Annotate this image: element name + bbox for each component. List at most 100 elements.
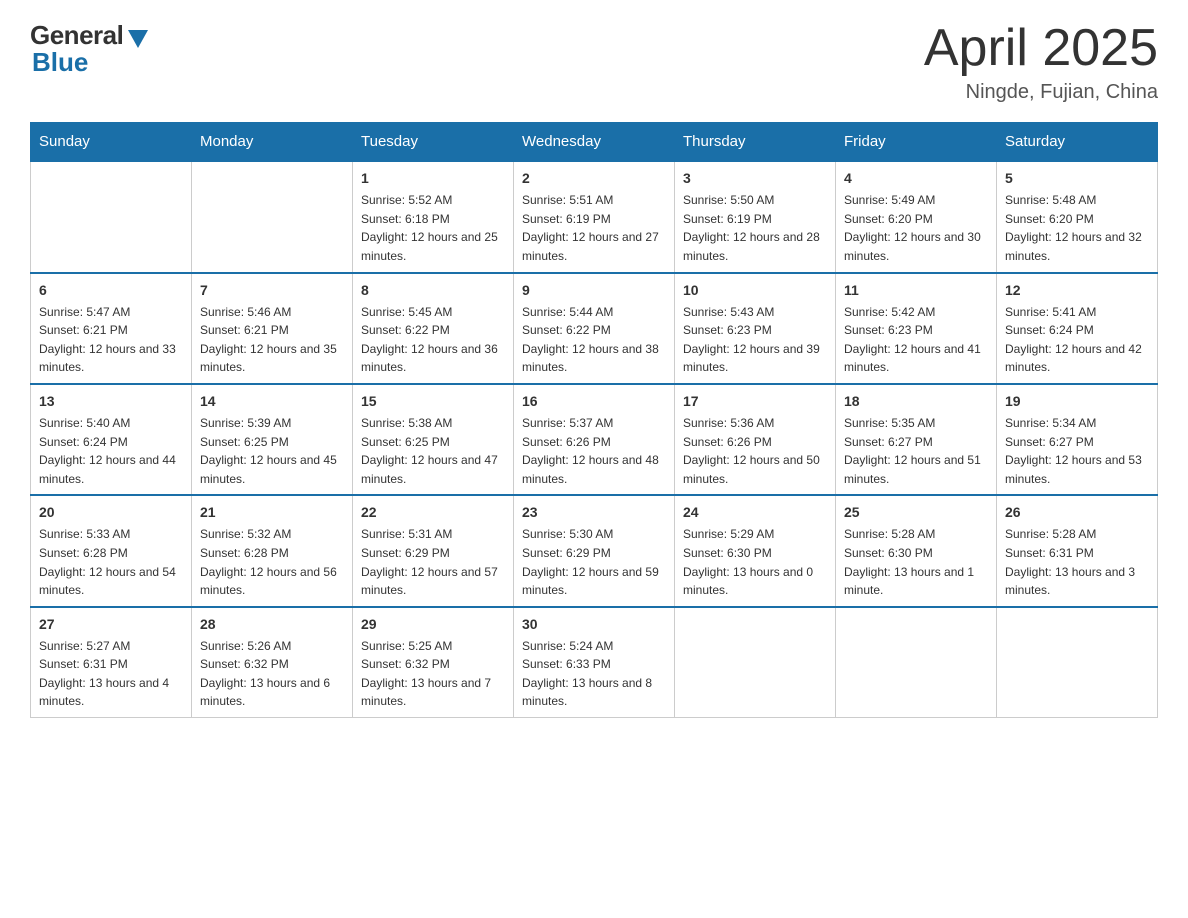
location-text: Ningde, Fujian, China bbox=[924, 81, 1158, 104]
day-info: Sunrise: 5:25 AMSunset: 6:32 PMDaylight:… bbox=[361, 637, 505, 711]
day-info: Sunrise: 5:48 AMSunset: 6:20 PMDaylight:… bbox=[1005, 191, 1149, 265]
day-number: 20 bbox=[39, 502, 183, 523]
calendar-cell: 4Sunrise: 5:49 AMSunset: 6:20 PMDaylight… bbox=[836, 161, 997, 272]
calendar-cell: 9Sunrise: 5:44 AMSunset: 6:22 PMDaylight… bbox=[514, 273, 675, 384]
calendar-header-sunday: Sunday bbox=[31, 123, 192, 162]
day-number: 16 bbox=[522, 391, 666, 412]
calendar-cell bbox=[31, 161, 192, 272]
day-number: 15 bbox=[361, 391, 505, 412]
page-header: General Blue April 2025 Ningde, Fujian, … bbox=[30, 20, 1158, 104]
calendar-cell: 28Sunrise: 5:26 AMSunset: 6:32 PMDayligh… bbox=[192, 607, 353, 718]
week-row-5: 27Sunrise: 5:27 AMSunset: 6:31 PMDayligh… bbox=[31, 607, 1158, 718]
calendar-cell: 18Sunrise: 5:35 AMSunset: 6:27 PMDayligh… bbox=[836, 384, 997, 495]
calendar-cell: 7Sunrise: 5:46 AMSunset: 6:21 PMDaylight… bbox=[192, 273, 353, 384]
calendar-cell bbox=[836, 607, 997, 718]
day-info: Sunrise: 5:51 AMSunset: 6:19 PMDaylight:… bbox=[522, 191, 666, 265]
day-number: 25 bbox=[844, 502, 988, 523]
day-info: Sunrise: 5:49 AMSunset: 6:20 PMDaylight:… bbox=[844, 191, 988, 265]
calendar-cell bbox=[997, 607, 1158, 718]
calendar-cell: 2Sunrise: 5:51 AMSunset: 6:19 PMDaylight… bbox=[514, 161, 675, 272]
logo-blue-text: Blue bbox=[32, 47, 88, 78]
day-number: 11 bbox=[844, 280, 988, 301]
logo: General Blue bbox=[30, 20, 148, 78]
day-info: Sunrise: 5:39 AMSunset: 6:25 PMDaylight:… bbox=[200, 414, 344, 488]
calendar-cell bbox=[192, 161, 353, 272]
day-number: 8 bbox=[361, 280, 505, 301]
calendar-cell: 12Sunrise: 5:41 AMSunset: 6:24 PMDayligh… bbox=[997, 273, 1158, 384]
calendar-table: SundayMondayTuesdayWednesdayThursdayFrid… bbox=[30, 122, 1158, 718]
day-number: 12 bbox=[1005, 280, 1149, 301]
calendar-cell: 1Sunrise: 5:52 AMSunset: 6:18 PMDaylight… bbox=[353, 161, 514, 272]
day-info: Sunrise: 5:24 AMSunset: 6:33 PMDaylight:… bbox=[522, 637, 666, 711]
day-number: 26 bbox=[1005, 502, 1149, 523]
calendar-cell: 8Sunrise: 5:45 AMSunset: 6:22 PMDaylight… bbox=[353, 273, 514, 384]
week-row-1: 1Sunrise: 5:52 AMSunset: 6:18 PMDaylight… bbox=[31, 161, 1158, 272]
calendar-cell: 23Sunrise: 5:30 AMSunset: 6:29 PMDayligh… bbox=[514, 495, 675, 606]
day-info: Sunrise: 5:36 AMSunset: 6:26 PMDaylight:… bbox=[683, 414, 827, 488]
day-number: 1 bbox=[361, 168, 505, 189]
day-number: 2 bbox=[522, 168, 666, 189]
calendar-cell: 17Sunrise: 5:36 AMSunset: 6:26 PMDayligh… bbox=[675, 384, 836, 495]
calendar-cell: 20Sunrise: 5:33 AMSunset: 6:28 PMDayligh… bbox=[31, 495, 192, 606]
calendar-cell: 14Sunrise: 5:39 AMSunset: 6:25 PMDayligh… bbox=[192, 384, 353, 495]
calendar-cell: 25Sunrise: 5:28 AMSunset: 6:30 PMDayligh… bbox=[836, 495, 997, 606]
day-info: Sunrise: 5:26 AMSunset: 6:32 PMDaylight:… bbox=[200, 637, 344, 711]
day-number: 21 bbox=[200, 502, 344, 523]
day-number: 23 bbox=[522, 502, 666, 523]
calendar-header-wednesday: Wednesday bbox=[514, 123, 675, 162]
day-number: 7 bbox=[200, 280, 344, 301]
day-info: Sunrise: 5:31 AMSunset: 6:29 PMDaylight:… bbox=[361, 525, 505, 599]
day-number: 3 bbox=[683, 168, 827, 189]
title-block: April 2025 Ningde, Fujian, China bbox=[924, 20, 1158, 104]
calendar-cell: 29Sunrise: 5:25 AMSunset: 6:32 PMDayligh… bbox=[353, 607, 514, 718]
day-info: Sunrise: 5:46 AMSunset: 6:21 PMDaylight:… bbox=[200, 303, 344, 377]
calendar-cell: 26Sunrise: 5:28 AMSunset: 6:31 PMDayligh… bbox=[997, 495, 1158, 606]
calendar-cell: 13Sunrise: 5:40 AMSunset: 6:24 PMDayligh… bbox=[31, 384, 192, 495]
calendar-header-monday: Monday bbox=[192, 123, 353, 162]
day-info: Sunrise: 5:37 AMSunset: 6:26 PMDaylight:… bbox=[522, 414, 666, 488]
day-number: 4 bbox=[844, 168, 988, 189]
calendar-cell: 3Sunrise: 5:50 AMSunset: 6:19 PMDaylight… bbox=[675, 161, 836, 272]
day-info: Sunrise: 5:27 AMSunset: 6:31 PMDaylight:… bbox=[39, 637, 183, 711]
calendar-cell: 11Sunrise: 5:42 AMSunset: 6:23 PMDayligh… bbox=[836, 273, 997, 384]
day-info: Sunrise: 5:43 AMSunset: 6:23 PMDaylight:… bbox=[683, 303, 827, 377]
calendar-header-tuesday: Tuesday bbox=[353, 123, 514, 162]
calendar-cell: 19Sunrise: 5:34 AMSunset: 6:27 PMDayligh… bbox=[997, 384, 1158, 495]
calendar-cell: 16Sunrise: 5:37 AMSunset: 6:26 PMDayligh… bbox=[514, 384, 675, 495]
day-number: 6 bbox=[39, 280, 183, 301]
day-info: Sunrise: 5:41 AMSunset: 6:24 PMDaylight:… bbox=[1005, 303, 1149, 377]
day-info: Sunrise: 5:50 AMSunset: 6:19 PMDaylight:… bbox=[683, 191, 827, 265]
calendar-header-row: SundayMondayTuesdayWednesdayThursdayFrid… bbox=[31, 123, 1158, 162]
calendar-cell bbox=[675, 607, 836, 718]
day-number: 27 bbox=[39, 614, 183, 635]
day-number: 29 bbox=[361, 614, 505, 635]
day-number: 24 bbox=[683, 502, 827, 523]
day-info: Sunrise: 5:44 AMSunset: 6:22 PMDaylight:… bbox=[522, 303, 666, 377]
calendar-header-thursday: Thursday bbox=[675, 123, 836, 162]
calendar-header-friday: Friday bbox=[836, 123, 997, 162]
calendar-cell: 21Sunrise: 5:32 AMSunset: 6:28 PMDayligh… bbox=[192, 495, 353, 606]
day-number: 28 bbox=[200, 614, 344, 635]
day-info: Sunrise: 5:28 AMSunset: 6:30 PMDaylight:… bbox=[844, 525, 988, 599]
day-info: Sunrise: 5:29 AMSunset: 6:30 PMDaylight:… bbox=[683, 525, 827, 599]
calendar-cell: 22Sunrise: 5:31 AMSunset: 6:29 PMDayligh… bbox=[353, 495, 514, 606]
day-number: 19 bbox=[1005, 391, 1149, 412]
calendar-cell: 5Sunrise: 5:48 AMSunset: 6:20 PMDaylight… bbox=[997, 161, 1158, 272]
day-info: Sunrise: 5:38 AMSunset: 6:25 PMDaylight:… bbox=[361, 414, 505, 488]
day-number: 10 bbox=[683, 280, 827, 301]
day-info: Sunrise: 5:45 AMSunset: 6:22 PMDaylight:… bbox=[361, 303, 505, 377]
day-info: Sunrise: 5:32 AMSunset: 6:28 PMDaylight:… bbox=[200, 525, 344, 599]
calendar-cell: 27Sunrise: 5:27 AMSunset: 6:31 PMDayligh… bbox=[31, 607, 192, 718]
calendar-cell: 15Sunrise: 5:38 AMSunset: 6:25 PMDayligh… bbox=[353, 384, 514, 495]
calendar-header-saturday: Saturday bbox=[997, 123, 1158, 162]
day-number: 13 bbox=[39, 391, 183, 412]
month-title: April 2025 bbox=[924, 20, 1158, 77]
day-number: 5 bbox=[1005, 168, 1149, 189]
calendar-cell: 6Sunrise: 5:47 AMSunset: 6:21 PMDaylight… bbox=[31, 273, 192, 384]
day-info: Sunrise: 5:28 AMSunset: 6:31 PMDaylight:… bbox=[1005, 525, 1149, 599]
day-number: 14 bbox=[200, 391, 344, 412]
day-info: Sunrise: 5:33 AMSunset: 6:28 PMDaylight:… bbox=[39, 525, 183, 599]
day-number: 18 bbox=[844, 391, 988, 412]
day-info: Sunrise: 5:34 AMSunset: 6:27 PMDaylight:… bbox=[1005, 414, 1149, 488]
calendar-cell: 10Sunrise: 5:43 AMSunset: 6:23 PMDayligh… bbox=[675, 273, 836, 384]
